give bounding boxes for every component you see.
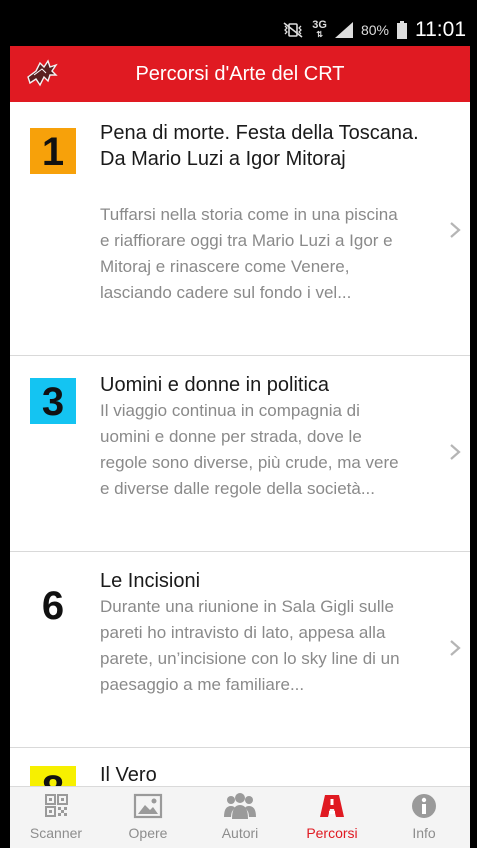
info-icon (412, 794, 436, 818)
bottom-nav: Scanner Opere Autori Percorsi Info (10, 786, 470, 848)
route-description: Il viaggio continua in compagnia di uomi… (100, 401, 399, 498)
tab-label: Opere (128, 825, 168, 841)
tab-scanner[interactable]: Scanner (10, 787, 102, 848)
route-icon (320, 795, 344, 817)
image-icon (133, 793, 163, 819)
tab-info[interactable]: Info (378, 787, 470, 848)
route-list: 1 Pena di morte. Festa della Toscana. Da… (10, 102, 470, 786)
app-screen: 3G ⇅ 80% 11:01 Percorsi d'Arte del CRT 1… (10, 14, 470, 848)
people-icon (224, 793, 256, 819)
qr-code-icon (45, 794, 68, 817)
battery-icon (397, 21, 407, 39)
route-title: Il Vero (100, 764, 157, 786)
chevron-right-icon (450, 222, 461, 238)
page-title: Percorsi d'Arte del CRT (135, 63, 345, 85)
clock: 11:01 (415, 18, 466, 41)
list-item[interactable]: 8 Il Vero (10, 748, 470, 786)
route-title: Le Incisioni (100, 570, 201, 592)
tab-opere[interactable]: Opere (102, 787, 194, 848)
battery-percent: 80% (360, 22, 389, 38)
network-indicator: 3G ⇅ (312, 19, 327, 40)
route-description: Durante una riunione in Sala Gigli sulle… (100, 597, 400, 694)
route-number-badge: 6 (30, 582, 76, 628)
route-number-badge: 8 (30, 766, 76, 786)
list-item[interactable]: 1 Pena di morte. Festa della Toscana. Da… (10, 102, 470, 356)
chevron-right-icon (450, 444, 461, 460)
route-number-badge: 3 (30, 378, 76, 424)
tab-label: Info (412, 825, 436, 841)
tab-autori[interactable]: Autori (194, 787, 286, 848)
status-bar: 3G ⇅ 80% 11:01 (10, 14, 470, 46)
route-title: Uomini e donne in politica (100, 374, 330, 396)
device-frame: 3G ⇅ 80% 11:01 Percorsi d'Arte del CRT 1… (0, 0, 477, 848)
chevron-right-icon (450, 640, 461, 656)
list-item[interactable]: 6 Le Incisioni Durante una riunione in S… (10, 552, 470, 748)
tab-label: Autori (221, 825, 259, 841)
route-description: Tuffarsi nella storia come in una piscin… (100, 205, 398, 302)
tab-percorsi[interactable]: Percorsi (286, 787, 378, 848)
signal-icon (334, 22, 353, 38)
tab-label: Scanner (29, 825, 83, 841)
app-bar: Percorsi d'Arte del CRT (10, 46, 470, 102)
route-title: Pena di morte. Festa della Toscana. Da M… (100, 122, 419, 170)
vibrate-mute-icon (283, 22, 303, 38)
tab-label: Percorsi (306, 825, 358, 841)
route-number-badge: 1 (30, 128, 76, 174)
list-item[interactable]: 3 Uomini e donne in politica Il viaggio … (10, 356, 470, 552)
